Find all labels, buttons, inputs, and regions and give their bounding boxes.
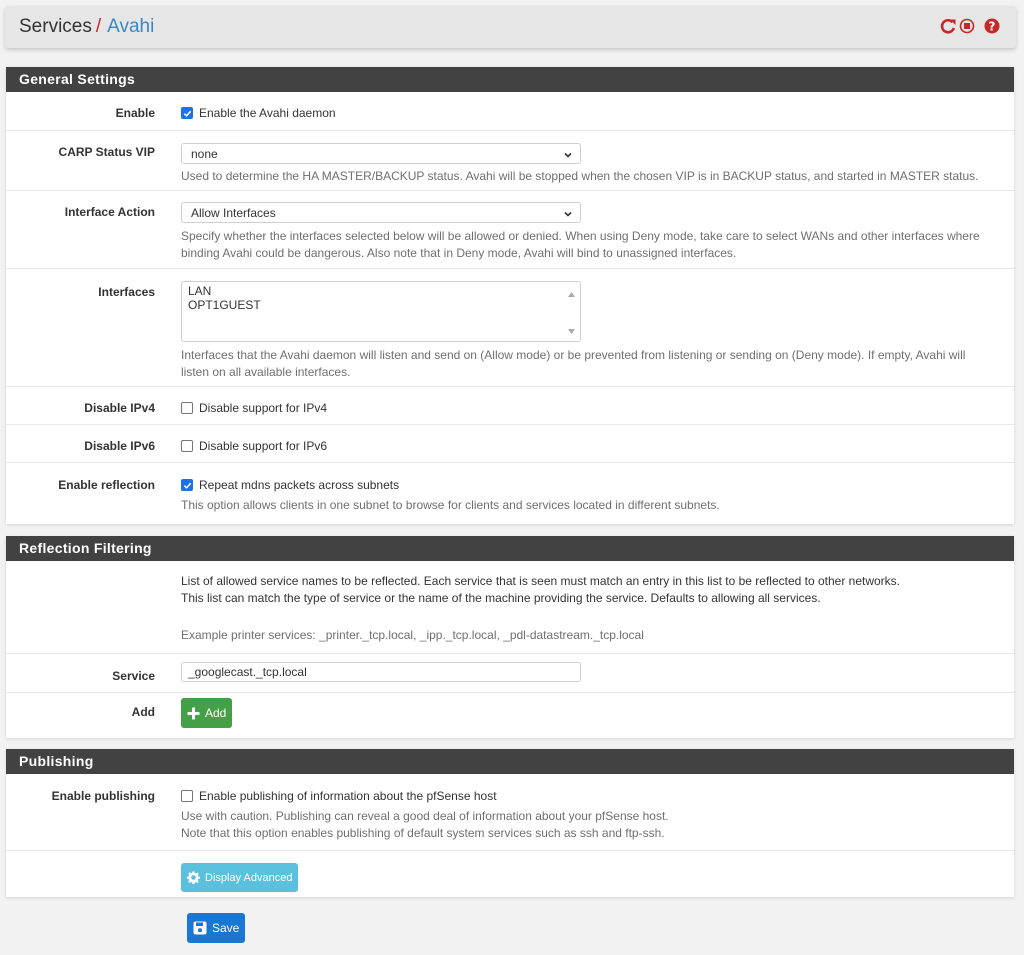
row-enable: Enable Enable the Avahi daemon [6, 92, 1014, 131]
carp-status-vip-select[interactable]: none [181, 143, 581, 164]
interfaces-multiselect[interactable]: LAN OPT1GUEST [181, 281, 581, 342]
desc-line: List of allowed service names to be refl… [181, 574, 901, 588]
breadcrumb-bar: Services / Avahi ? [5, 6, 1016, 48]
label-enable: Enable [115, 106, 155, 120]
help-line: Note that this option enables publishing… [181, 826, 665, 840]
row-enable-publishing: Enable publishing Enable publishing of i… [6, 774, 1014, 851]
enable-reflection-label: Repeat mdns packets across subnets [199, 478, 400, 492]
label-carp: CARP Status VIP [58, 145, 155, 159]
label-add: Add [131, 705, 155, 719]
label-disable-ipv4: Disable IPv4 [84, 401, 155, 415]
label-disable-ipv6: Disable IPv6 [84, 439, 155, 453]
label-interface-action: Interface Action [64, 205, 155, 219]
floppy-disk-icon [193, 921, 207, 935]
label-interfaces: Interfaces [98, 285, 155, 299]
help-icon[interactable]: ? [984, 18, 1000, 34]
breadcrumb-parent: Services [19, 16, 92, 37]
interface-action-help: Specify whether the interfaces selected … [181, 228, 998, 262]
save-button-label: Save [212, 921, 240, 935]
row-interfaces: Interfaces LAN OPT1GUEST Interfaces that… [6, 269, 1014, 387]
help-line: Interfaces that the Avahi daemon will li… [181, 348, 966, 362]
row-enable-reflection: Enable reflection Repeat mdns packets ac… [6, 463, 1014, 523]
interface-action-select[interactable]: Allow Interfaces [181, 202, 581, 223]
row-service: Service _googlecast._tcp.local [6, 654, 1014, 693]
add-button-label: Add [205, 706, 227, 720]
checkbox-unchecked-icon[interactable] [181, 402, 193, 414]
row-reflection-description: List of allowed service names to be refl… [6, 561, 1014, 654]
reflection-filtering-panel: Reflection Filtering List of allowed ser… [6, 536, 1014, 738]
general-settings-panel: General Settings Enable Enable the Avahi… [6, 67, 1014, 524]
label-service: Service [112, 669, 155, 683]
row-carp: CARP Status VIP none Used to determine t… [6, 131, 1014, 191]
breadcrumb-current[interactable]: Avahi [107, 16, 154, 38]
help-line: binding Avahi could be dangerous. Also n… [181, 246, 737, 260]
scroll-up-icon[interactable] [568, 286, 575, 300]
row-interface-action: Interface Action Allow Interfaces Specif… [6, 191, 1014, 269]
reflection-help: This option allows clients in one subnet… [181, 498, 720, 512]
breadcrumb-actions: ? [940, 18, 1000, 34]
enable-publishing-label: Enable publishing of information about t… [199, 789, 497, 803]
stop-service-icon[interactable] [959, 18, 975, 34]
service-input[interactable]: _googlecast._tcp.local [181, 662, 581, 682]
carp-help: Used to determine the HA MASTER/BACKUP s… [181, 169, 979, 183]
panel-heading-reflection: Reflection Filtering [6, 536, 1014, 561]
disable-ipv4-checkbox[interactable]: Disable support for IPv4 [181, 401, 998, 415]
row-display-advanced: Display Advanced [6, 851, 1014, 897]
publishing-panel: Publishing Enable publishing Enable publ… [6, 749, 1014, 897]
interfaces-help: Interfaces that the Avahi daemon will li… [181, 347, 998, 381]
svg-text:?: ? [989, 19, 996, 33]
display-advanced-button[interactable]: Display Advanced [181, 863, 299, 892]
help-line: Specify whether the interfaces selected … [181, 229, 980, 243]
row-disable-ipv6: Disable IPv6 Disable support for IPv6 [6, 425, 1014, 463]
reflection-description: List of allowed service names to be refl… [181, 573, 998, 607]
checkbox-checked-icon[interactable] [181, 479, 193, 491]
plus-icon [187, 707, 200, 719]
label-enable-reflection: Enable reflection [58, 478, 155, 492]
disable-ipv4-label: Disable support for IPv4 [199, 401, 328, 415]
row-add: Add Add [6, 693, 1014, 737]
scroll-down-icon[interactable] [568, 323, 575, 337]
enable-reflection-checkbox[interactable]: Repeat mdns packets across subnets [181, 478, 998, 492]
checkbox-unchecked-icon[interactable] [181, 440, 193, 452]
disable-ipv6-checkbox[interactable]: Disable support for IPv6 [181, 439, 998, 453]
breadcrumb-separator: / [95, 16, 102, 37]
enable-publishing-checkbox[interactable]: Enable publishing of information about t… [181, 789, 998, 803]
disable-ipv6-label: Disable support for IPv6 [199, 439, 328, 453]
add-button[interactable]: Add [181, 698, 233, 728]
publishing-help: Use with caution. Publishing can reveal … [181, 808, 998, 842]
desc-line: This list can match the type of service … [181, 591, 821, 605]
panel-heading-general: General Settings [6, 67, 1014, 92]
enable-avahi-label: Enable the Avahi daemon [199, 106, 336, 120]
checkbox-unchecked-icon[interactable] [181, 790, 193, 802]
interface-option-opt1guest[interactable]: OPT1GUEST [188, 298, 574, 312]
chevron-down-icon [563, 208, 573, 222]
display-advanced-label: Display Advanced [205, 871, 293, 884]
panel-heading-publishing: Publishing [6, 749, 1014, 774]
gear-icon [187, 871, 200, 884]
interface-action-value: Allow Interfaces [191, 205, 276, 220]
chevron-down-icon [563, 149, 573, 163]
help-line: listen on all available interfaces. [181, 365, 351, 379]
enable-avahi-checkbox[interactable]: Enable the Avahi daemon [181, 106, 998, 120]
save-button[interactable]: Save [187, 913, 246, 943]
help-line: Use with caution. Publishing can reveal … [181, 809, 669, 823]
checkbox-checked-icon[interactable] [181, 107, 193, 119]
carp-select-value: none [191, 146, 218, 161]
restart-service-icon[interactable] [940, 18, 956, 34]
interface-option-lan[interactable]: LAN [188, 284, 574, 298]
reflection-example: Example printer services: _printer._tcp.… [181, 628, 644, 642]
label-enable-publishing: Enable publishing [51, 789, 155, 803]
row-disable-ipv4: Disable IPv4 Disable support for IPv4 [6, 387, 1014, 425]
